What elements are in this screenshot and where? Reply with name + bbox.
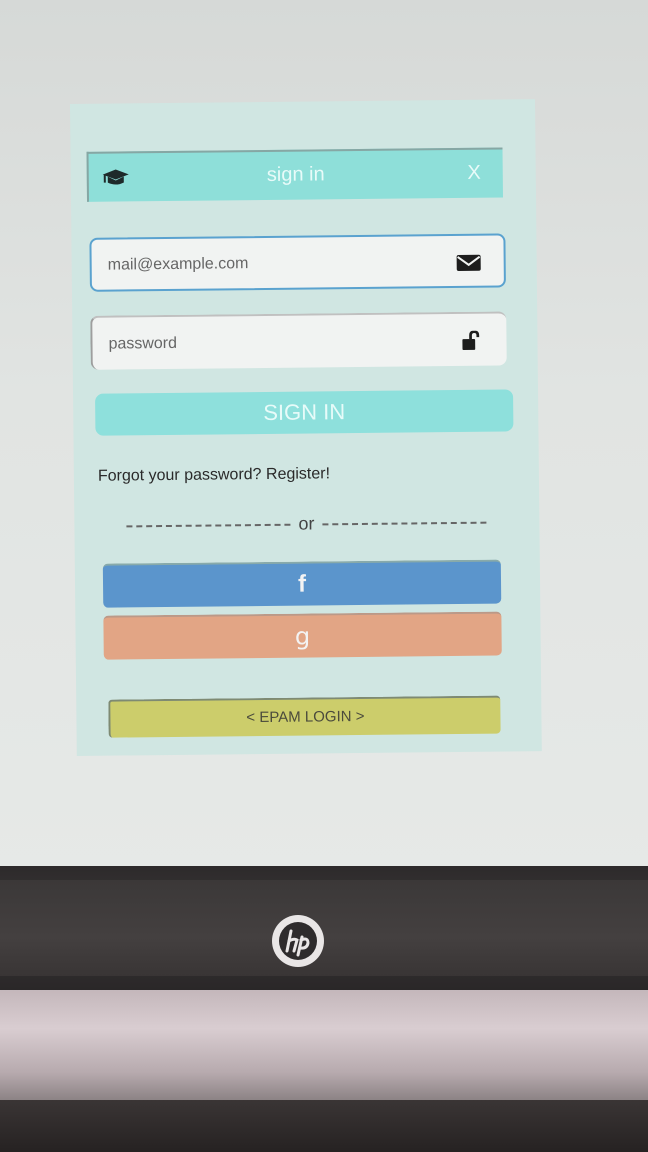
envelope-icon bbox=[456, 254, 481, 271]
or-divider: or bbox=[126, 512, 487, 537]
bezel-inner bbox=[0, 880, 648, 976]
facebook-login-button[interactable]: f bbox=[102, 559, 502, 608]
epam-login-button[interactable]: < EPAM LOGIN > bbox=[108, 695, 501, 738]
divider-label: or bbox=[298, 513, 315, 534]
dialog-header: sign in X bbox=[86, 147, 504, 202]
desk-surface bbox=[0, 1100, 648, 1152]
password-field[interactable] bbox=[90, 311, 507, 372]
signin-panel: sign in X SIGN IN Forgot your password? … bbox=[70, 99, 542, 756]
hp-logo-mark bbox=[279, 922, 317, 960]
email-input[interactable] bbox=[105, 236, 440, 292]
google-login-button[interactable]: g bbox=[103, 611, 502, 660]
forgot-register-text: Forgot your password? Register! bbox=[98, 465, 330, 485]
unlock-icon bbox=[462, 330, 480, 350]
signin-button[interactable]: SIGN IN bbox=[95, 389, 514, 436]
laptop-bezel bbox=[0, 866, 648, 990]
facebook-icon: f bbox=[297, 570, 307, 598]
google-icon: g bbox=[294, 622, 311, 651]
divider-line-left bbox=[126, 523, 291, 527]
hp-logo-icon bbox=[272, 915, 324, 967]
password-input[interactable] bbox=[106, 314, 441, 372]
close-button[interactable]: X bbox=[467, 162, 481, 185]
laptop-base bbox=[0, 990, 648, 1100]
screen: sign in X SIGN IN Forgot your password? … bbox=[0, 0, 648, 880]
dialog-title: sign in bbox=[266, 163, 325, 186]
register-link[interactable]: Register! bbox=[266, 465, 330, 483]
forgot-password-link[interactable]: Forgot your password? bbox=[98, 466, 262, 485]
email-field[interactable] bbox=[89, 233, 506, 292]
divider-line-right bbox=[322, 521, 487, 525]
